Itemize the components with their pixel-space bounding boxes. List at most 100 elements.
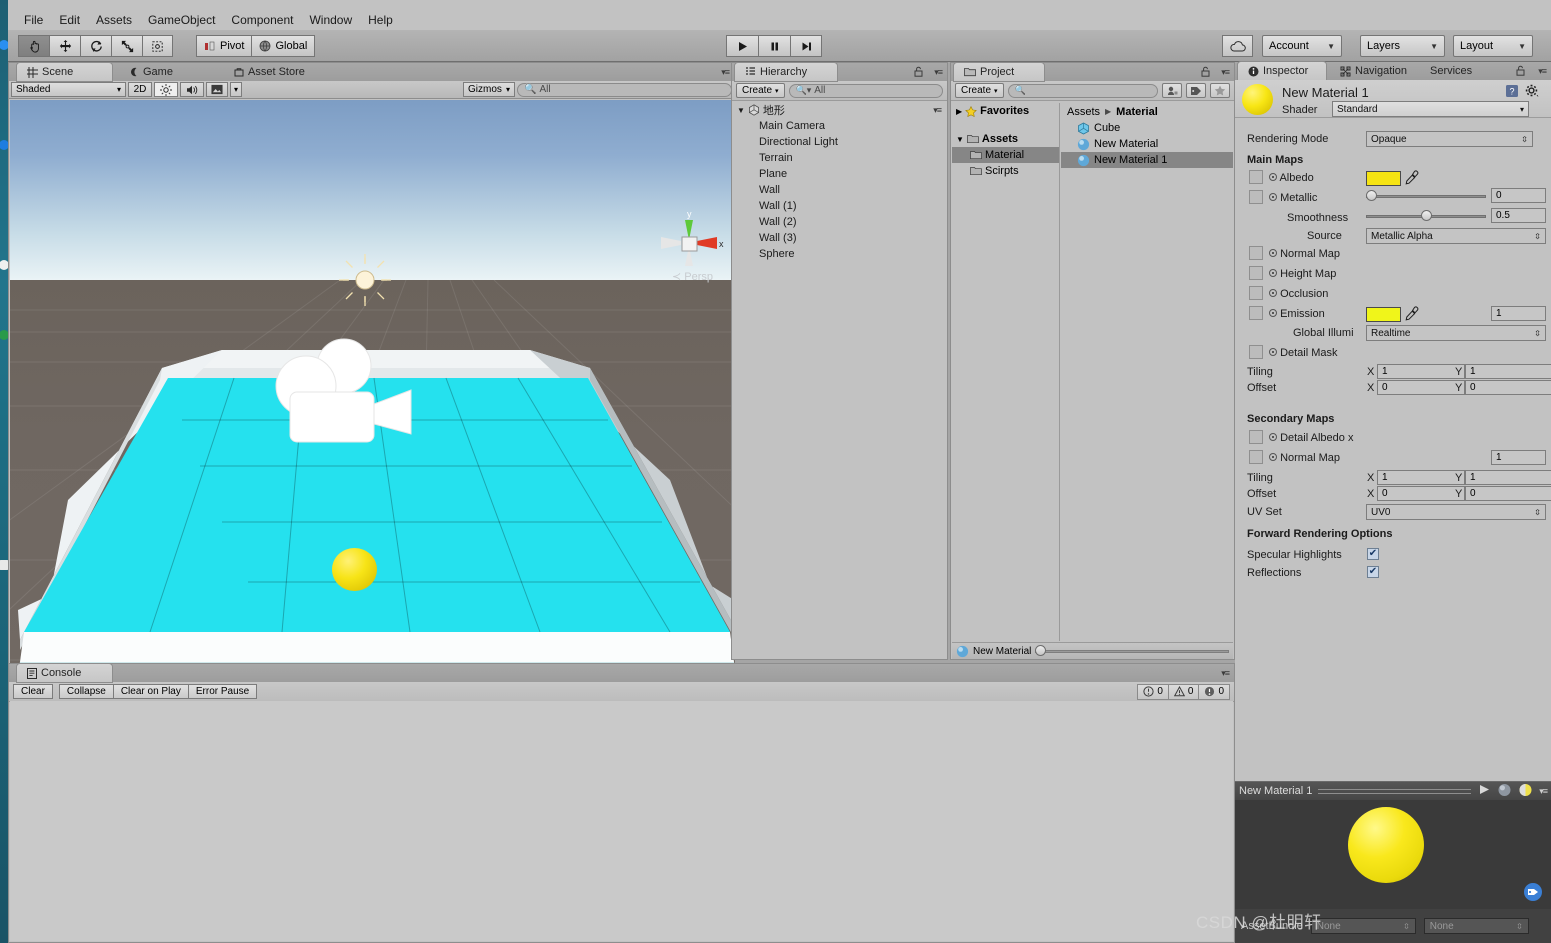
property-radio-icon[interactable] xyxy=(1269,453,1277,461)
layers-dropdown[interactable]: Layers ▼ xyxy=(1360,35,1445,57)
tiling-x-field[interactable]: 1 xyxy=(1377,364,1465,379)
property-radio-icon[interactable] xyxy=(1269,269,1277,277)
console-warning-count[interactable]: 0 xyxy=(1167,683,1199,700)
project-zoom-slider[interactable] xyxy=(1035,645,1229,657)
cloud-services-button[interactable] xyxy=(1222,35,1253,57)
play-button[interactable] xyxy=(726,35,758,57)
project-favorites-row[interactable]: ▶ Favorites xyxy=(952,103,1059,119)
layout-dropdown[interactable]: Layout ▼ xyxy=(1453,35,1533,57)
tab-scene[interactable]: Scene xyxy=(17,63,112,81)
draw-mode-dropdown[interactable]: Shaded ▾ xyxy=(11,82,126,97)
secondary-normal-value-field[interactable]: 1 xyxy=(1491,450,1546,465)
scene-axis-gizmo[interactable]: y x ≺ Persp xyxy=(650,206,730,284)
help-book-icon[interactable]: ? xyxy=(1505,84,1519,101)
pause-button[interactable] xyxy=(758,35,790,57)
smoothness-value-field[interactable]: 0.5 xyxy=(1491,208,1546,223)
height-map-toggle[interactable] xyxy=(1249,266,1263,280)
detail-mask-toggle[interactable] xyxy=(1249,345,1263,359)
directional-light-gizmo[interactable] xyxy=(337,252,393,308)
occlusion-toggle[interactable] xyxy=(1249,286,1263,300)
console-clear-button[interactable]: Clear xyxy=(13,684,53,699)
scene-lighting-toggle[interactable] xyxy=(154,82,178,97)
hierarchy-item-wall-2[interactable]: Wall (2) xyxy=(733,214,946,230)
project-create-button[interactable]: Create ▾ xyxy=(955,83,1004,98)
metallic-toggle[interactable] xyxy=(1249,190,1263,204)
scene-viewport[interactable]: y x ≺ Persp xyxy=(10,100,735,665)
console-log-count[interactable]: 0 xyxy=(1137,683,1168,700)
property-radio-icon[interactable] xyxy=(1269,289,1277,297)
property-radio-icon[interactable] xyxy=(1269,433,1277,441)
global-toggle-button[interactable]: Global xyxy=(251,35,316,57)
hierarchy-item-terrain[interactable]: Terrain xyxy=(733,150,946,166)
menu-component[interactable]: Component xyxy=(223,11,301,29)
main-camera-gizmo[interactable] xyxy=(266,338,431,453)
asset-item-new-material-1[interactable]: New Material 1 xyxy=(1061,152,1233,168)
scale-tool-button[interactable] xyxy=(111,35,142,57)
tab-hierarchy[interactable]: Hierarchy xyxy=(735,63,837,81)
2d-toggle-button[interactable]: 2D xyxy=(128,82,152,97)
lock-icon[interactable] xyxy=(1516,65,1525,79)
lock-icon[interactable] xyxy=(1201,66,1210,80)
hierarchy-item-sphere[interactable]: Sphere xyxy=(733,246,946,262)
property-radio-icon[interactable] xyxy=(1269,249,1277,257)
tab-game[interactable]: Game xyxy=(119,63,183,81)
preview-play-button[interactable] xyxy=(1477,783,1491,799)
assetbundle-variant-dropdown[interactable]: None ⇳ xyxy=(1423,918,1529,934)
hand-tool-button[interactable] xyxy=(18,35,49,57)
menu-assets[interactable]: Assets xyxy=(88,11,140,29)
preview-viewport[interactable] xyxy=(1235,800,1551,910)
filter-by-type-button[interactable] xyxy=(1162,83,1182,98)
gizmos-dropdown[interactable]: Gizmos ▾ xyxy=(463,82,515,97)
property-radio-icon[interactable] xyxy=(1269,173,1277,181)
project-search-input[interactable]: 🔍 xyxy=(1007,83,1158,98)
inspector-menu-icon[interactable]: ▾≡ xyxy=(1538,66,1547,77)
hierarchy-item-wall[interactable]: Wall xyxy=(733,182,946,198)
property-radio-icon[interactable] xyxy=(1269,309,1277,317)
hierarchy-scene-root[interactable]: ▼ 地形 ▾≡ xyxy=(733,102,946,118)
preview-drag-handle[interactable] xyxy=(1318,788,1472,794)
chevron-down-icon[interactable]: ▼ xyxy=(737,106,745,115)
tiling-y-field[interactable]: 1 xyxy=(1465,364,1551,379)
rotate-tool-button[interactable] xyxy=(80,35,111,57)
console-error-pause-button[interactable]: Error Pause xyxy=(188,684,258,699)
tab-inspector[interactable]: Inspector xyxy=(1238,62,1326,80)
smoothness-slider[interactable] xyxy=(1366,210,1486,222)
sphere-object[interactable] xyxy=(332,548,377,591)
preview-sphere-toggle[interactable] xyxy=(1497,783,1512,800)
lock-icon[interactable] xyxy=(914,66,923,80)
eyedropper-icon[interactable] xyxy=(1405,306,1419,324)
hierarchy-search-input[interactable]: 🔍▾ All xyxy=(788,83,943,98)
scene-panel-menu-icon[interactable]: ▾≡ xyxy=(721,67,730,78)
source-dropdown[interactable]: Metallic Alpha ⇳ xyxy=(1366,228,1546,244)
move-tool-button[interactable] xyxy=(49,35,80,57)
breadcrumb-assets[interactable]: Assets xyxy=(1067,106,1100,118)
emission-color-swatch[interactable] xyxy=(1366,307,1401,322)
offset-y-field[interactable]: 0 xyxy=(1465,380,1551,395)
pivot-toggle-button[interactable]: Pivot xyxy=(196,35,252,57)
reflections-checkbox[interactable]: ✔ xyxy=(1367,566,1379,578)
property-radio-icon[interactable] xyxy=(1269,193,1277,201)
hierarchy-item-main-camera[interactable]: Main Camera xyxy=(733,118,946,134)
hierarchy-create-button[interactable]: Create ▾ xyxy=(736,83,785,98)
shader-dropdown[interactable]: Standard ▾ xyxy=(1332,101,1529,117)
hierarchy-menu-icon[interactable]: ▾≡ xyxy=(934,67,943,78)
menu-edit[interactable]: Edit xyxy=(51,11,88,29)
emission-value-field[interactable]: 1 xyxy=(1491,306,1546,321)
asset-item-cube[interactable]: Cube xyxy=(1061,120,1233,136)
scene-effects-dropdown[interactable]: ▾ xyxy=(230,82,242,97)
hierarchy-item-wall-3[interactable]: Wall (3) xyxy=(733,230,946,246)
secondary-tiling-y-field[interactable]: 1 xyxy=(1465,470,1551,485)
scene-search-input[interactable]: 🔍 All xyxy=(517,82,732,97)
account-dropdown[interactable]: Account ▼ xyxy=(1262,35,1342,57)
eyedropper-icon[interactable] xyxy=(1405,170,1419,188)
secondary-offset-y-field[interactable]: 0 xyxy=(1465,486,1551,501)
project-tree-material[interactable]: Material xyxy=(952,147,1059,163)
preview-menu-icon[interactable]: ▾≡ xyxy=(1539,786,1548,797)
secondary-offset-x-field[interactable]: 0 xyxy=(1377,486,1465,501)
chevron-down-icon[interactable]: ▼ xyxy=(956,135,964,144)
metallic-slider[interactable] xyxy=(1366,190,1486,202)
scene-audio-toggle[interactable] xyxy=(180,82,204,97)
project-menu-icon[interactable]: ▾≡ xyxy=(1221,67,1230,78)
specular-highlights-checkbox[interactable]: ✔ xyxy=(1367,548,1379,560)
asset-item-new-material[interactable]: New Material xyxy=(1061,136,1233,152)
